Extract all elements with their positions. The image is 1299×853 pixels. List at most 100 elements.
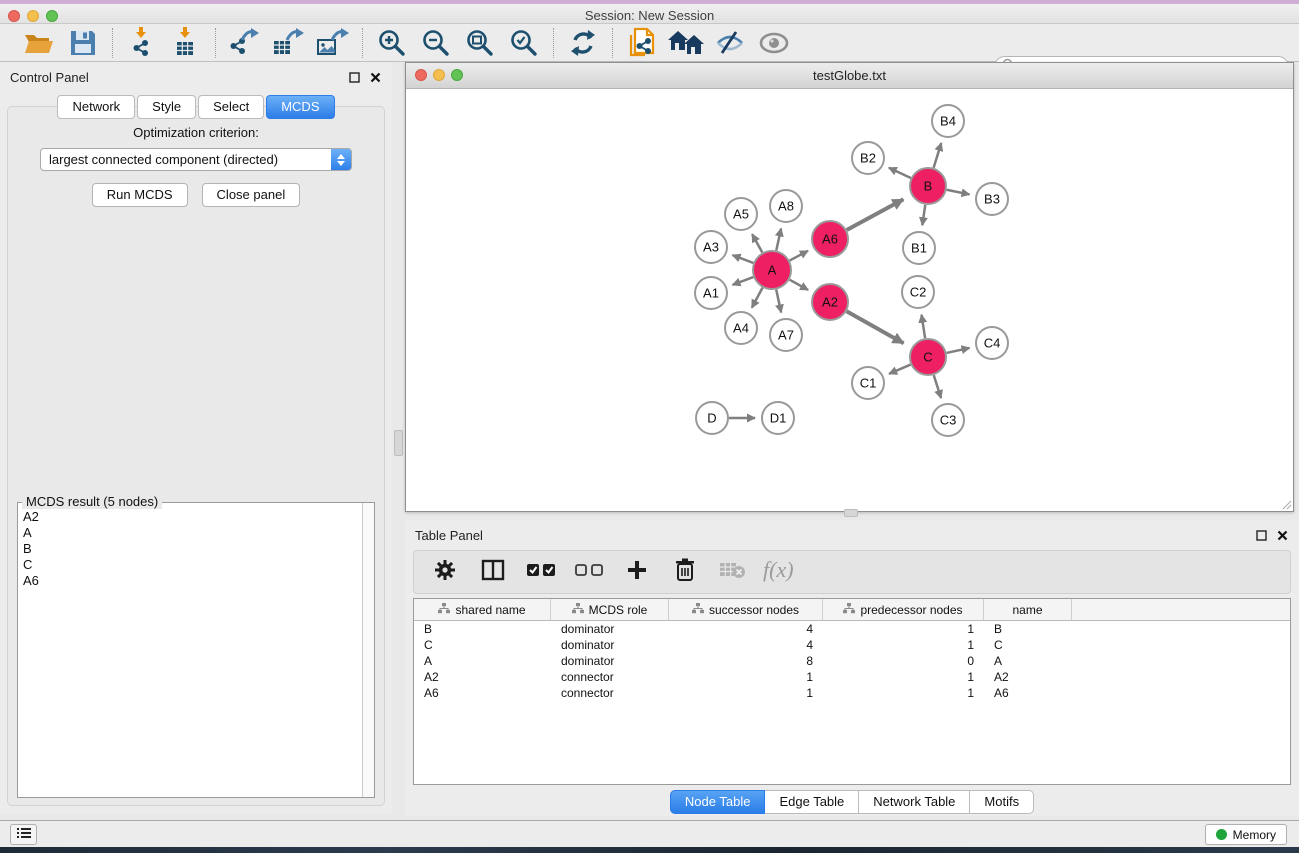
resize-grip-icon[interactable] [1280, 498, 1292, 510]
result-list-item[interactable]: B [19, 541, 361, 557]
tab-node-table[interactable]: Node Table [670, 790, 766, 814]
graph-node-A7[interactable]: A7 [770, 319, 802, 351]
network-window-titlebar[interactable]: testGlobe.txt [406, 63, 1293, 89]
delete-column-button[interactable] [672, 559, 698, 585]
table-row[interactable]: A2connector11A2 [414, 669, 1290, 685]
node-table[interactable]: shared nameMCDS rolesuccessor nodesprede… [413, 598, 1291, 785]
edge-A-A4[interactable] [752, 288, 763, 308]
add-column-button[interactable] [624, 559, 650, 585]
close-panel-icon[interactable] [369, 71, 382, 84]
graph-node-A8[interactable]: A8 [770, 190, 802, 222]
edge-A-A8[interactable] [776, 228, 781, 250]
graph-node-C1[interactable]: C1 [852, 367, 884, 399]
graph-node-A4[interactable]: A4 [725, 312, 757, 344]
graph-node-A1[interactable]: A1 [695, 277, 727, 309]
result-list-item[interactable]: A [19, 525, 361, 541]
table-row[interactable]: Adominator80A [414, 653, 1290, 669]
graph-node-A2[interactable]: A2 [812, 284, 848, 320]
result-list-item[interactable]: C [19, 557, 361, 573]
delete-table-button[interactable] [720, 559, 746, 585]
edge-A2-C[interactable] [847, 311, 904, 343]
vertical-splitter-handle[interactable] [394, 430, 403, 456]
tab-network-table[interactable]: Network Table [859, 790, 970, 814]
edge-A-A7[interactable] [776, 290, 781, 313]
graph-node-A5[interactable]: A5 [725, 198, 757, 230]
graph-node-D1[interactable]: D1 [762, 402, 794, 434]
edge-C-C2[interactable] [921, 315, 925, 338]
column-header-name[interactable]: name [984, 599, 1072, 620]
hide-panel-button[interactable] [713, 27, 747, 59]
edge-B-B4[interactable] [934, 143, 942, 168]
edge-A-A2[interactable] [790, 280, 809, 290]
graph-node-A6[interactable]: A6 [812, 221, 848, 257]
export-network-button[interactable] [228, 27, 262, 59]
edge-A-A1[interactable] [733, 277, 754, 285]
tab-motifs[interactable]: Motifs [970, 790, 1034, 814]
graph-node-A[interactable]: A [753, 251, 791, 289]
import-table-button[interactable] [169, 27, 203, 59]
run-mcds-button[interactable]: Run MCDS [92, 183, 188, 207]
tab-style[interactable]: Style [137, 95, 196, 119]
edge-C-C1[interactable] [889, 365, 910, 374]
select-all-button[interactable] [528, 559, 554, 585]
edge-C-C4[interactable] [947, 348, 970, 353]
function-button[interactable]: f(x) [768, 559, 794, 585]
zoom-selected-button[interactable] [507, 27, 541, 59]
table-row[interactable]: Bdominator41B [414, 621, 1290, 637]
result-list-item[interactable]: A2 [19, 509, 361, 525]
network-canvas[interactable]: A A1 A2 A3 A4 A5 A6 A7 A8 B B1 B2 B3 B4 C C1 C2 C3 C4 D D1 [406, 89, 1293, 511]
tab-select[interactable]: Select [198, 95, 264, 119]
save-button[interactable] [66, 27, 100, 59]
refresh-button[interactable] [566, 27, 600, 59]
memory-button[interactable]: Memory [1205, 824, 1287, 845]
edge-A-A6[interactable] [790, 251, 808, 261]
edge-A6-B[interactable] [847, 199, 904, 230]
graph-node-C4[interactable]: C4 [976, 327, 1008, 359]
criterion-dropdown[interactable]: largest connected component (directed) [40, 148, 352, 171]
float-panel-icon[interactable] [348, 71, 361, 84]
result-list-scrollbar[interactable] [362, 503, 374, 797]
eye-button[interactable] [757, 27, 791, 59]
graph-node-B1[interactable]: B1 [903, 232, 935, 264]
deselect-all-button[interactable] [576, 559, 602, 585]
graph-node-B3[interactable]: B3 [976, 183, 1008, 215]
horizontal-splitter-handle[interactable] [844, 509, 858, 517]
open-folder-button[interactable] [22, 27, 56, 59]
graph-node-C[interactable]: C [910, 339, 946, 375]
close-table-panel-icon[interactable] [1276, 529, 1289, 542]
task-history-button[interactable] [10, 824, 37, 845]
zoom-fit-button[interactable] [463, 27, 497, 59]
columns-button[interactable] [480, 559, 506, 585]
tab-mcds[interactable]: MCDS [266, 95, 334, 119]
graph-node-B2[interactable]: B2 [852, 142, 884, 174]
edge-B-B1[interactable] [922, 205, 925, 225]
gear-button[interactable] [432, 559, 458, 585]
edge-B-B2[interactable] [889, 168, 911, 178]
tab-edge-table[interactable]: Edge Table [765, 790, 859, 814]
zoom-in-button[interactable] [375, 27, 409, 59]
edge-B-B3[interactable] [947, 190, 970, 195]
graph-node-C3[interactable]: C3 [932, 404, 964, 436]
export-image-button[interactable] [316, 27, 350, 59]
network-graph[interactable]: A A1 A2 A3 A4 A5 A6 A7 A8 B B1 B2 B3 B4 C C1 C2 C3 C4 D D1 [406, 89, 1293, 511]
column-header-successor-nodes[interactable]: successor nodes [669, 599, 823, 620]
import-network-button[interactable] [125, 27, 159, 59]
float-table-panel-icon[interactable] [1255, 529, 1268, 542]
result-list-item[interactable]: A6 [19, 573, 361, 589]
graph-node-A3[interactable]: A3 [695, 231, 727, 263]
graph-node-D[interactable]: D [696, 402, 728, 434]
network-view-window[interactable]: testGlobe.txt A A1 A2 A3 A4 A5 A6 A7 A8 B B1 B2 B3 B4… [405, 62, 1294, 512]
mcds-result-list[interactable]: A2ABCA6 [19, 509, 361, 796]
main-titlebar[interactable]: Session: New Session [0, 4, 1299, 24]
edge-C-C3[interactable] [934, 375, 941, 398]
table-row[interactable]: A6connector11A6 [414, 685, 1290, 701]
edge-A-A3[interactable] [733, 255, 754, 263]
column-header-MCDS-role[interactable]: MCDS role [551, 599, 669, 620]
network-from-file-button[interactable] [625, 27, 659, 59]
graph-node-C2[interactable]: C2 [902, 276, 934, 308]
table-row[interactable]: Cdominator41C [414, 637, 1290, 653]
graph-node-B4[interactable]: B4 [932, 105, 964, 137]
close-panel-button[interactable]: Close panel [202, 183, 301, 207]
graph-node-B[interactable]: B [910, 168, 946, 204]
column-header-shared-name[interactable]: shared name [414, 599, 551, 620]
